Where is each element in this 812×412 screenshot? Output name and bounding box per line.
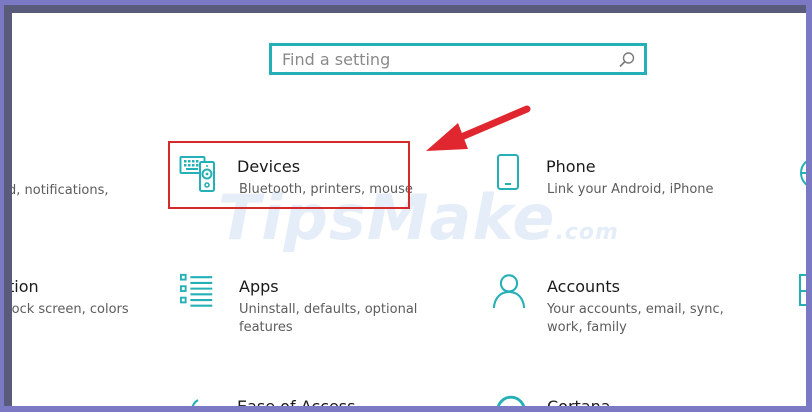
person-icon bbox=[492, 274, 526, 309]
tile-title: Accounts bbox=[547, 277, 620, 296]
tile-desc-line-1: Uninstall, defaults, optional bbox=[239, 302, 418, 317]
arrow-annotation bbox=[426, 105, 531, 151]
tile-title: Ease of Access bbox=[237, 397, 355, 406]
tile-desc: lock screen, colors bbox=[12, 302, 129, 317]
settings-page: d, notifications, tion lock screen, colo… bbox=[12, 13, 806, 406]
tile-desc-line-1: Your accounts, email, sync, bbox=[547, 302, 724, 317]
tile-system-partial[interactable]: d, notifications, bbox=[12, 178, 132, 208]
apps-list-icon bbox=[179, 273, 213, 307]
tile-cortana[interactable]: Cortana bbox=[490, 385, 710, 406]
search-icon[interactable] bbox=[618, 51, 636, 69]
tile-title: Cortana bbox=[547, 397, 611, 406]
tile-accounts[interactable]: Accounts Your accounts, email, sync, wor… bbox=[490, 271, 730, 343]
ease-of-access-icon bbox=[191, 399, 199, 406]
partial-icon-right bbox=[799, 274, 806, 306]
cortana-icon bbox=[497, 395, 525, 406]
tile-title: tion bbox=[12, 277, 39, 296]
tile-ease-of-access[interactable]: Ease of Access bbox=[177, 385, 397, 406]
tile-title: Phone bbox=[546, 157, 596, 176]
tile-desc-line-2: work, family bbox=[547, 320, 627, 335]
tile-desc: d, notifications, bbox=[12, 183, 109, 198]
search-box[interactable] bbox=[269, 43, 647, 75]
tile-personalization-partial[interactable]: tion lock screen, colors bbox=[12, 275, 152, 325]
partial-globe-icon bbox=[800, 160, 806, 186]
tile-desc: Link your Android, iPhone bbox=[547, 182, 714, 197]
search-input[interactable] bbox=[272, 46, 644, 72]
highlight-box bbox=[168, 141, 410, 209]
screenshot-frame: d, notifications, tion lock screen, colo… bbox=[4, 5, 806, 406]
tile-title: Apps bbox=[239, 277, 279, 296]
tile-desc-line-2: features bbox=[239, 320, 293, 335]
tile-apps[interactable]: Apps Uninstall, defaults, optional featu… bbox=[177, 271, 417, 343]
